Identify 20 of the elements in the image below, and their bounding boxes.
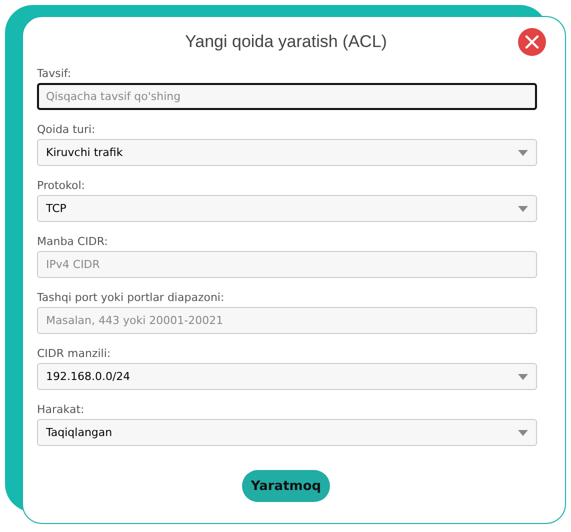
- caret-icon: [518, 206, 528, 212]
- dropdown[interactable]: 192.168.0.0/24: [37, 363, 537, 390]
- caret-icon: [518, 430, 528, 436]
- dropdown[interactable]: Taqiqlangan: [37, 419, 537, 446]
- field-label: CIDR manzili:: [37, 347, 111, 362]
- field-label: Tashqi port yoki portlar diapazoni:: [37, 291, 224, 306]
- caret-icon: [518, 150, 528, 156]
- dropdown[interactable]: Kiruvchi trafik: [37, 139, 537, 166]
- caret-icon: [518, 374, 528, 380]
- field-label: Protokol:: [37, 179, 85, 194]
- field-label: Tavsif:: [37, 67, 72, 82]
- field-label: Manba CIDR:: [37, 235, 108, 250]
- text-field[interactable]: Qisqacha tavsif qo'shing: [37, 83, 537, 110]
- dialog-title: Yangi qoida yaratish (ACL): [185, 32, 387, 52]
- field-label: Qoida turi:: [37, 123, 96, 138]
- close-button[interactable]: [518, 28, 546, 56]
- field-label: Harakat:: [37, 403, 84, 418]
- close-icon: [525, 35, 539, 49]
- create-button[interactable]: Yaratmoq: [242, 470, 330, 502]
- dropdown[interactable]: TCP: [37, 195, 537, 222]
